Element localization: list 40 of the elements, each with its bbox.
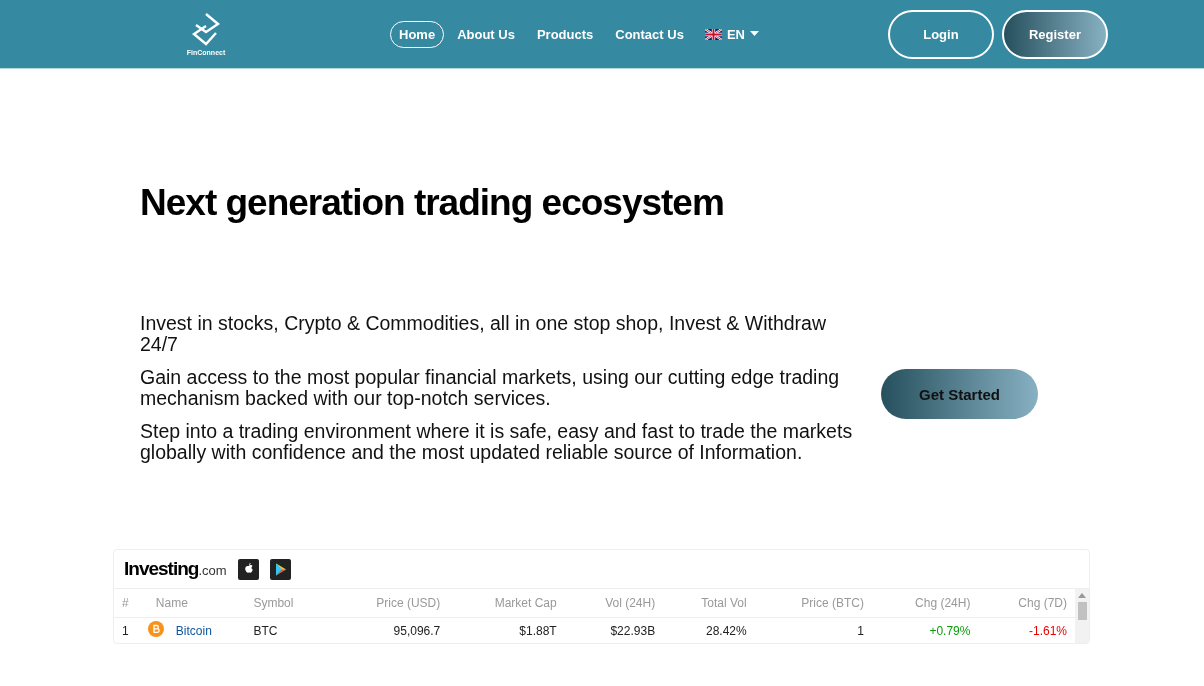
play-store-icon[interactable]: [269, 558, 291, 580]
logo-icon: [191, 12, 221, 46]
hero-paragraph: Invest in stocks, Crypto & Commodities, all in one stop shop, Invest & Withdraw 24/7: [140, 313, 828, 356]
table-cell: 95,096.7: [328, 617, 449, 644]
register-button[interactable]: Register: [1001, 9, 1108, 59]
table-cell: +0.79%: [872, 617, 979, 644]
column-header: #: [114, 589, 148, 618]
column-header: Chg (24H): [872, 589, 979, 618]
scrollbar[interactable]: [1075, 589, 1089, 644]
flag-icon: [704, 28, 722, 40]
get-started-button[interactable]: Get Started: [881, 369, 1038, 420]
brand-logo: Investing.com: [124, 558, 227, 581]
table-cell: $1.88T: [448, 617, 565, 644]
login-button[interactable]: Login: [887, 9, 994, 59]
table-cell: -1.61%: [978, 617, 1075, 644]
nav-link[interactable]: About Us: [448, 20, 524, 48]
nav-link[interactable]: Products: [527, 20, 603, 48]
scroll-thumb[interactable]: [1077, 602, 1087, 621]
column-header: Vol (24H): [564, 589, 664, 618]
column-header: Price (USD): [328, 589, 449, 618]
scroll-up-icon[interactable]: [1078, 593, 1086, 599]
hero-title: Next generation trading ecosystem: [140, 181, 725, 225]
column-header: Name: [147, 589, 246, 618]
column-header: Symbol: [245, 589, 329, 618]
column-header: Price (BTC): [754, 589, 872, 618]
apple-icon[interactable]: [237, 558, 259, 580]
coin-link[interactable]: Bitcoin: [167, 617, 246, 644]
hero-paragraph: Gain access to the most popular financial markets, using our cutting edge trading mechanism backed with our top-notch services.: [140, 367, 841, 410]
coin-icon: [147, 621, 164, 638]
caret-icon: [749, 31, 759, 37]
column-header: Total Vol: [663, 589, 755, 618]
language-selector[interactable]: EN: [700, 26, 763, 42]
table-cell: 1: [754, 617, 872, 644]
nav-link[interactable]: Contact Us: [606, 20, 693, 48]
table-cell: BTC: [245, 617, 329, 644]
table-cell: 1: [114, 617, 148, 644]
table-cell: 28.42%: [663, 617, 755, 644]
hero-paragraph: Step into a trading environment where it is safe, easy and fast to trade the markets globally with confidence and the most updated reliable source of Information.: [140, 421, 854, 464]
column-header: Market Cap: [448, 589, 565, 618]
table-cell: $22.93B: [564, 617, 664, 644]
